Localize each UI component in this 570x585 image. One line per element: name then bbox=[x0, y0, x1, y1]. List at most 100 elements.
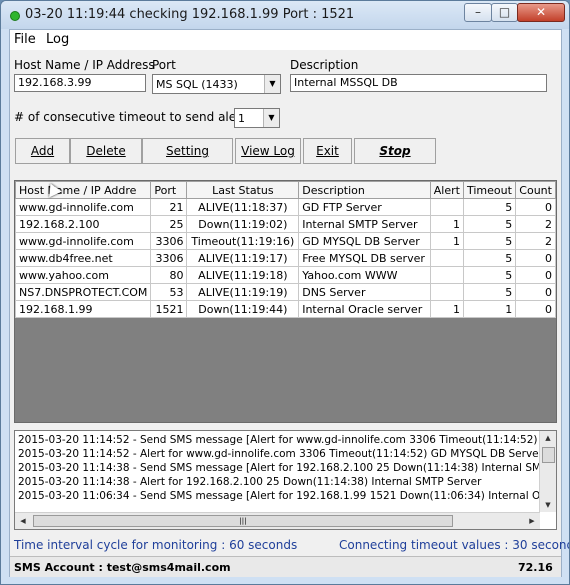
cell-status: Down(11:19:02) bbox=[186, 215, 300, 233]
log-line[interactable]: 2015-03-20 11:06:34 - Send SMS message [… bbox=[18, 490, 556, 502]
version-label: 72.16 bbox=[518, 561, 553, 574]
cell-timeout: 5 bbox=[462, 249, 517, 267]
cell-port: 3306 bbox=[150, 232, 188, 250]
scroll-thumb-horizontal[interactable]: ||| bbox=[33, 515, 453, 527]
cell-host: www.yahoo.com bbox=[15, 266, 152, 284]
cell-alert: 1 bbox=[429, 300, 464, 318]
cell-description: Internal Oracle server bbox=[298, 300, 431, 318]
timeout-status: Connecting timeout values : 30 seconds bbox=[339, 538, 570, 552]
column-host[interactable]: Host Name / IP Addre bbox=[15, 181, 152, 199]
cell-port: 25 bbox=[150, 215, 188, 233]
port-value: MS SQL (1433) bbox=[156, 78, 238, 91]
cell-port: 21 bbox=[150, 198, 188, 216]
cell-status: ALIVE(11:18:37) bbox=[186, 198, 300, 216]
cell-status: ALIVE(11:19:19) bbox=[186, 283, 300, 301]
view-log-label: View Log bbox=[241, 144, 295, 158]
table-row[interactable]: www.yahoo.com 80 ALIVE(11:19:18) Yahoo.com … bbox=[15, 266, 556, 284]
cell-timeout: 1 bbox=[462, 300, 517, 318]
delete-button[interactable]: Delete bbox=[70, 138, 142, 164]
cell-host: 192.168.1.99 bbox=[15, 300, 152, 318]
horizontal-scrollbar[interactable]: ◀ ||| ▶ bbox=[15, 512, 540, 529]
vertical-scrollbar[interactable]: ▲ ▼ bbox=[539, 431, 556, 512]
minimize-button[interactable]: – bbox=[464, 3, 492, 22]
scroll-left-icon[interactable]: ◀ bbox=[15, 513, 31, 529]
log-line[interactable]: 2015-03-20 11:14:38 - Alert for 192.168.… bbox=[18, 476, 481, 488]
cell-count: 0 bbox=[515, 249, 556, 267]
scroll-up-icon[interactable]: ▲ bbox=[540, 431, 556, 445]
chevron-down-icon[interactable]: ▼ bbox=[263, 109, 279, 127]
cell-port: 3306 bbox=[150, 249, 188, 267]
menu-bar: File Log bbox=[10, 30, 561, 50]
cell-timeout: 5 bbox=[462, 283, 517, 301]
timeout-alert-value: 1 bbox=[238, 112, 245, 125]
cell-description: Free MYSQL DB server bbox=[298, 249, 431, 267]
port-label: Port bbox=[152, 58, 176, 72]
menu-log[interactable]: Log bbox=[46, 32, 69, 47]
table-row[interactable]: www.gd-innolife.com 21 ALIVE(11:18:37) GD F… bbox=[15, 198, 556, 216]
cell-alert bbox=[429, 266, 464, 284]
log-line[interactable]: 2015-03-20 11:14:52 - Alert for www.gd-i… bbox=[18, 448, 543, 460]
cell-port: 1521 bbox=[150, 300, 188, 318]
title-bar: 03-20 11:19:44 checking 192.168.1.99 Por… bbox=[1, 1, 569, 29]
exit-button[interactable]: Exit bbox=[303, 138, 352, 164]
cell-count: 0 bbox=[515, 300, 556, 318]
host-input[interactable]: 192.168.3.99 bbox=[14, 74, 146, 92]
cell-port: 80 bbox=[150, 266, 188, 284]
setting-button[interactable]: Setting bbox=[142, 138, 233, 164]
menu-file[interactable]: File bbox=[14, 32, 36, 47]
cell-timeout: 5 bbox=[462, 198, 517, 216]
table-row[interactable]: NS7.DNSPROTECT.COM 53 ALIVE(11:19:19) DNS S… bbox=[15, 283, 556, 301]
cell-count: 2 bbox=[515, 215, 556, 233]
app-window: 03-20 11:19:44 checking 192.168.1.99 Por… bbox=[0, 0, 570, 585]
column-timeout[interactable]: Timeout bbox=[462, 181, 517, 199]
cell-host: NS7.DNSPROTECT.COM bbox=[15, 283, 152, 301]
column-last-status[interactable]: Last Status bbox=[186, 181, 300, 199]
cell-count: 0 bbox=[515, 198, 556, 216]
add-button[interactable]: Add bbox=[15, 138, 70, 164]
column-description[interactable]: Description bbox=[298, 181, 431, 199]
description-input[interactable]: Internal MSSQL DB bbox=[290, 74, 547, 92]
maximize-button[interactable]: □ bbox=[491, 3, 518, 22]
log-list[interactable]: 2015-03-20 11:14:52 - Send SMS message [… bbox=[14, 430, 557, 530]
timeout-alert-select[interactable]: 1 ▼ bbox=[234, 108, 280, 128]
cell-timeout: 5 bbox=[462, 215, 517, 233]
status-bar: SMS Account : test@sms4mail.com 72.16 bbox=[10, 556, 561, 577]
cell-timeout: 5 bbox=[462, 232, 517, 250]
app-status-icon bbox=[10, 11, 20, 21]
cell-status: ALIVE(11:19:18) bbox=[186, 266, 300, 284]
log-line[interactable]: 2015-03-20 11:14:52 - Send SMS message [… bbox=[18, 434, 556, 446]
table-row[interactable]: 192.168.1.99 1521 Down(11:19:44) Internal O… bbox=[15, 300, 556, 318]
cell-description: Yahoo.com WWW bbox=[298, 266, 431, 284]
scroll-thumb[interactable] bbox=[542, 447, 555, 463]
column-count[interactable]: Count bbox=[515, 181, 556, 199]
close-button[interactable]: ✕ bbox=[517, 3, 565, 22]
cell-alert: 1 bbox=[429, 232, 464, 250]
cell-description: Internal SMTP Server bbox=[298, 215, 431, 233]
chevron-down-icon[interactable]: ▼ bbox=[264, 75, 280, 93]
cell-count: 2 bbox=[515, 232, 556, 250]
cell-alert bbox=[429, 283, 464, 301]
cell-status: Down(11:19:44) bbox=[186, 300, 300, 318]
column-alert[interactable]: Alert bbox=[429, 181, 464, 199]
timeout-alert-label: # of consecutive timeout to send alert bbox=[14, 110, 246, 124]
cell-timeout: 5 bbox=[462, 266, 517, 284]
scroll-down-icon[interactable]: ▼ bbox=[540, 498, 556, 512]
cell-alert bbox=[429, 249, 464, 267]
log-line[interactable]: 2015-03-20 11:14:38 - Send SMS message [… bbox=[18, 462, 554, 474]
stop-label: Stop bbox=[379, 144, 411, 158]
table-row[interactable]: www.db4free.net 3306 ALIVE(11:19:17) Free M… bbox=[15, 249, 556, 267]
view-log-button[interactable]: View Log bbox=[235, 138, 301, 164]
scroll-right-icon[interactable]: ▶ bbox=[524, 513, 540, 529]
monitor-grid: Host Name / IP Addre Port Last Status De… bbox=[15, 181, 556, 318]
stop-button[interactable]: Stop bbox=[354, 138, 436, 164]
table-row[interactable]: 192.168.2.100 25 Down(11:19:02) Internal SM… bbox=[15, 215, 556, 233]
exit-label: Exit bbox=[316, 144, 339, 158]
cell-host: www.gd-innolife.com bbox=[15, 232, 152, 250]
setting-label: Setting bbox=[166, 144, 209, 158]
cell-host: www.db4free.net bbox=[15, 249, 152, 267]
sms-account: SMS Account : test@sms4mail.com bbox=[14, 561, 231, 574]
column-port[interactable]: Port bbox=[150, 181, 188, 199]
port-select[interactable]: MS SQL (1433) ▼ bbox=[152, 74, 281, 94]
table-row[interactable]: www.gd-innolife.com 3306 Timeout(11:19:16)… bbox=[15, 232, 556, 250]
cell-count: 0 bbox=[515, 266, 556, 284]
